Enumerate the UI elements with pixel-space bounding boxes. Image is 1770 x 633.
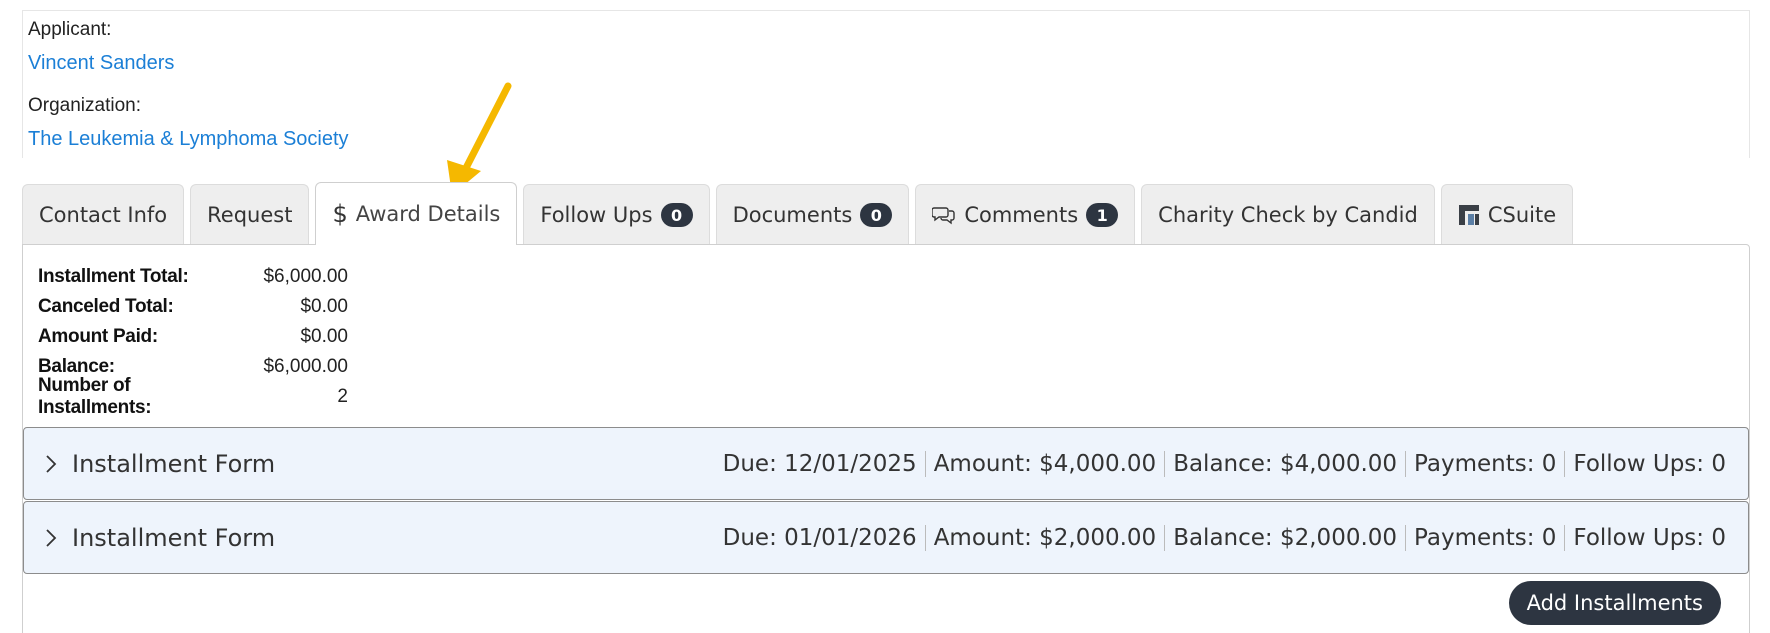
installment-title: Installment Form	[72, 449, 276, 478]
tab-documents[interactable]: Documents 0	[715, 184, 910, 245]
add-installments-button[interactable]: Add Installments	[1508, 581, 1721, 625]
installment-total-value: $6,000.00	[263, 266, 348, 287]
tab-label: Follow Ups	[540, 203, 653, 227]
csuite-logo-icon	[1458, 204, 1480, 226]
installment-follow-ups: Follow Ups: 0	[1564, 524, 1726, 551]
installment-payments: Payments: 0	[1405, 450, 1564, 477]
installment-row[interactable]: Installment Form Due: 12/01/2025 Amount:…	[23, 427, 1749, 500]
tab-label: Documents	[732, 203, 853, 227]
tab-contact-info[interactable]: Contact Info	[22, 184, 185, 245]
tab-follow-ups[interactable]: Follow Ups 0	[523, 184, 710, 245]
summary-row: Installment Total: $6,000.00	[38, 262, 348, 292]
tab-label: Request	[207, 203, 293, 227]
canceled-total-label: Canceled Total:	[38, 296, 174, 317]
installment-meta: Due: 12/01/2025 Amount: $4,000.00 Balanc…	[715, 450, 1726, 477]
chevron-right-icon[interactable]	[44, 528, 64, 548]
comments-count-badge: 1	[1086, 203, 1119, 227]
installment-amount: Amount: $4,000.00	[924, 450, 1165, 477]
dollar-icon: $	[332, 200, 348, 228]
tab-label: Contact Info	[39, 203, 168, 227]
installment-balance: Balance: $2,000.00	[1164, 524, 1405, 551]
installment-balance: Balance: $4,000.00	[1164, 450, 1405, 477]
installment-row[interactable]: Installment Form Due: 01/01/2026 Amount:…	[23, 501, 1749, 574]
organization-name-link[interactable]: The Leukemia & Lymphoma Society	[28, 128, 349, 151]
tab-request[interactable]: Request	[190, 184, 310, 245]
canceled-total-value: $0.00	[300, 296, 348, 317]
award-details-page: Applicant: Vincent Sanders Organization:…	[0, 0, 1770, 633]
summary-row: Amount Paid: $0.00	[38, 322, 348, 352]
tab-label: Award Details	[355, 202, 501, 226]
tab-label: CSuite	[1487, 203, 1557, 227]
tab-csuite[interactable]: CSuite	[1440, 184, 1574, 245]
summary-row: Canceled Total: $0.00	[38, 292, 348, 322]
tab-bar: Contact Info Request $ Award Details Fol…	[22, 182, 1574, 245]
documents-count-badge: 0	[860, 203, 893, 227]
installment-meta: Due: 01/01/2026 Amount: $2,000.00 Balanc…	[715, 524, 1726, 551]
award-details-panel: Installment Total: $6,000.00 Canceled To…	[22, 244, 1750, 633]
tab-label: Charity Check by Candid	[1158, 203, 1418, 227]
comments-icon	[932, 205, 956, 225]
applicant-info-card: Applicant: Vincent Sanders Organization:…	[22, 10, 1750, 158]
installment-due: Due: 12/01/2025	[722, 450, 917, 477]
tab-award-details[interactable]: $ Award Details	[315, 182, 518, 245]
tab-charity-check[interactable]: Charity Check by Candid	[1141, 184, 1435, 245]
award-summary: Installment Total: $6,000.00 Canceled To…	[38, 262, 348, 418]
follow-ups-count-badge: 0	[660, 203, 693, 227]
tab-comments[interactable]: Comments 1	[915, 184, 1136, 245]
chevron-right-icon[interactable]	[44, 454, 64, 474]
number-of-installments-value: 2	[337, 386, 348, 407]
amount-paid-value: $0.00	[300, 326, 348, 347]
applicant-label: Applicant:	[28, 19, 112, 40]
applicant-name-link[interactable]: Vincent Sanders	[28, 52, 174, 75]
amount-paid-label: Amount Paid:	[38, 326, 158, 347]
installment-due: Due: 01/01/2026	[722, 524, 917, 551]
installment-title: Installment Form	[72, 523, 276, 552]
tab-label: Comments	[964, 203, 1079, 227]
installment-follow-ups: Follow Ups: 0	[1564, 450, 1726, 477]
installment-total-label: Installment Total:	[38, 266, 189, 287]
summary-row: Number of Installments: 2	[38, 375, 348, 418]
organization-label: Organization:	[28, 95, 142, 116]
balance-value: $6,000.00	[263, 356, 348, 377]
installment-amount: Amount: $2,000.00	[924, 524, 1165, 551]
installment-payments: Payments: 0	[1405, 524, 1564, 551]
number-of-installments-label: Number of Installments:	[38, 375, 152, 418]
